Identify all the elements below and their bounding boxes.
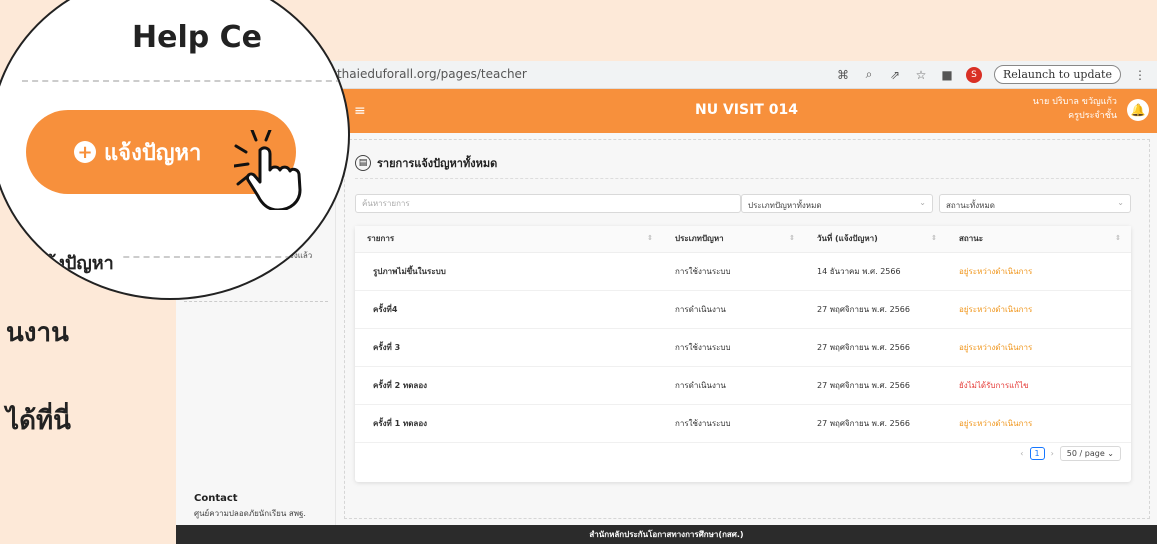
- column-header-title[interactable]: รายการ ⇕: [355, 226, 663, 253]
- column-header-type[interactable]: ประเภทปัญหา ⇕: [663, 226, 805, 253]
- contact-subtitle: ศูนย์ความปลอดภัยนักเรียน สพฐ.: [194, 509, 306, 518]
- sidepanel-icon[interactable]: ■: [940, 68, 954, 82]
- kebab-menu-icon[interactable]: ⋮: [1133, 68, 1147, 82]
- status-badge: อยู่ระหว่างดำเนินการ: [959, 342, 1033, 352]
- user-name: นาย ปริบาล ขวัญแก้ว: [1032, 97, 1117, 107]
- search-input[interactable]: [355, 194, 741, 213]
- issues-table: รายการ ⇕ ประเภทปัญหา ⇕ วันที่ (แจ้งปัญหา) ⇕…: [355, 226, 1131, 443]
- pagination: ‹ 1 › 50 / page ⌄: [1020, 446, 1121, 461]
- column-header-status[interactable]: สถานะ ⇕: [947, 226, 1131, 253]
- plus-icon: +: [74, 141, 96, 163]
- status-select[interactable]: สถานะทั้งหมด ⌄: [939, 194, 1131, 213]
- background-text-2: ได้ที่นี่: [6, 406, 71, 436]
- translate-icon[interactable]: ⌘: [836, 68, 850, 82]
- problem-type-select[interactable]: ประเภทปัญหาทั้งหมด ⌄: [741, 194, 933, 213]
- table-row[interactable]: รูปภาพไม่ขึ้นในระบบ การใช้งานระบบ 14 ธัน…: [355, 252, 1131, 290]
- user-role: ครูประจำชั้น: [1068, 111, 1117, 121]
- footer: สำนักหลักประกันโอกาสทางการศึกษา(กสศ.): [176, 525, 1157, 544]
- page-number-button[interactable]: 1: [1029, 447, 1045, 460]
- relaunch-button[interactable]: Relaunch to update: [994, 65, 1121, 84]
- status-badge: ยังไม่ได้รับการแก้ไข: [959, 380, 1029, 390]
- user-info: นาย ปริบาล ขวัญแก้ว ครูประจำชั้น: [1033, 95, 1117, 123]
- pointer-hand-icon: [234, 130, 302, 210]
- sort-icon[interactable]: ⇕: [1115, 234, 1121, 242]
- sort-icon[interactable]: ⇕: [647, 234, 653, 242]
- next-page-icon[interactable]: ›: [1051, 449, 1054, 458]
- status-badge: อยู่ระหว่างดำเนินการ: [959, 418, 1033, 428]
- issues-table-card: รายการ ⇕ ประเภทปัญหา ⇕ วันที่ (แจ้งปัญหา) ⇕…: [355, 226, 1131, 482]
- chevron-down-icon: ⌄: [1117, 198, 1124, 207]
- status-badge: อยู่ระหว่างดำเนินการ: [959, 266, 1033, 276]
- table-row[interactable]: ครั้งที่ 3 การใช้งานระบบ 27 พฤศจิกายน พ.…: [355, 328, 1131, 366]
- chevron-down-icon: ⌄: [919, 198, 926, 207]
- table-row[interactable]: ครั้งที่4 การดำเนินงาน 27 พฤศจิกายน พ.ศ.…: [355, 290, 1131, 328]
- sidebar-item-report-problem[interactable]: แจ้งปัญหา: [34, 248, 120, 277]
- status-badge: อยู่ระหว่างดำเนินการ: [959, 304, 1033, 314]
- main-panel: ▤ รายการแจ้งปัญหาทั้งหมด ประเภทปัญหาทั้ง…: [344, 139, 1150, 519]
- table-row[interactable]: ครั้งที่ 1 ทดลอง การใช้งานระบบ 27 พฤศจิก…: [355, 404, 1131, 442]
- sort-icon[interactable]: ⇕: [789, 234, 795, 242]
- background-text-1: นงาน: [6, 318, 69, 348]
- app-header: ≡ NU VISIT 014 นาย ปริบาล ขวัญแก้ว ครูปร…: [336, 89, 1157, 133]
- zoom-icon[interactable]: ⌕: [862, 67, 876, 82]
- column-header-date[interactable]: วันที่ (แจ้งปัญหา) ⇕: [805, 226, 947, 253]
- list-icon: ▤: [355, 155, 371, 171]
- table-header-row: รายการ ⇕ ประเภทปัญหา ⇕ วันที่ (แจ้งปัญหา) ⇕…: [355, 226, 1131, 253]
- prev-page-icon[interactable]: ‹: [1020, 449, 1023, 458]
- notification-bell-icon[interactable]: 🔔: [1127, 99, 1149, 121]
- chevron-down-icon: ⌄: [1107, 449, 1114, 458]
- share-icon[interactable]: ⇗: [888, 68, 902, 82]
- sort-icon[interactable]: ⇕: [931, 234, 937, 242]
- table-row[interactable]: ครั้งที่ 2 ทดลอง การดำเนินงาน 27 พฤศจิกา…: [355, 366, 1131, 404]
- profile-avatar[interactable]: S: [966, 66, 983, 83]
- sidebar-divider: [184, 301, 328, 302]
- browser-actions: ⌘ ⌕ ⇗ ☆ ■ S Relaunch to update ⋮: [836, 65, 1147, 84]
- bookmark-star-icon[interactable]: ☆: [914, 68, 928, 82]
- panel-divider: [355, 178, 1139, 179]
- page-size-select[interactable]: 50 / page ⌄: [1059, 446, 1121, 461]
- magnifier-divider: [22, 80, 342, 82]
- help-center-title: Help Ce: [132, 20, 263, 55]
- contact-title: Contact: [194, 493, 238, 504]
- panel-title: ▤ รายการแจ้งปัญหาทั้งหมด: [355, 154, 497, 172]
